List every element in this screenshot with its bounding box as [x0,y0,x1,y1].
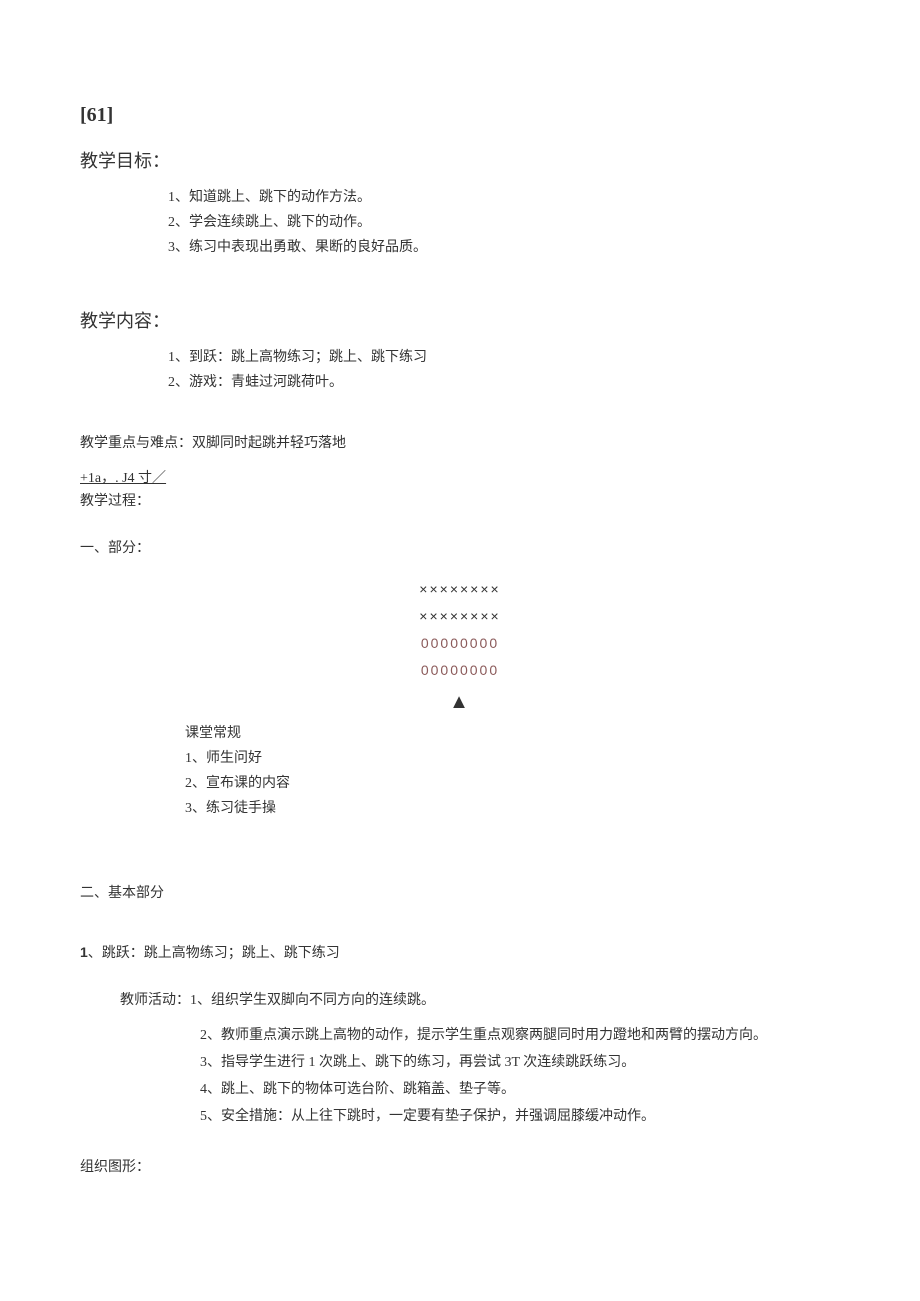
routine-title: 课堂常规 [185,723,840,744]
list-item: 2、学会连续跳上、跳下的动作。 [168,212,840,233]
content-title: 教学内容： [80,308,840,335]
sub-title-text: 、跳跃：跳上高物练习；跳上、跳下练习 [88,946,340,961]
routine-block: 课堂常规 1、师生问好 2、宣布课的内容 3、练习徒手操 [80,723,840,819]
process-label: 教学过程： [80,491,840,512]
org-label: 组织图形： [80,1157,840,1178]
list-item: 2、教师重点演示跳上高物的动作，提示学生重点观察两腿同时用力蹬地和两臂的摆动方向… [200,1025,840,1046]
goal-title: 教学目标： [80,148,840,175]
list-item: 2、宣布课的内容 [185,773,840,794]
list-item: 3、指导学生进行 1 次跳上、跳下的练习，再尝试 3T 次连续跳跃练习。 [200,1052,840,1073]
diagram-triangle: ▲ [80,687,840,717]
list-item: 4、跳上、跳下的物体可选台阶、跳箱盖、垫子等。 [200,1079,840,1100]
content-list: 1、到跃：跳上高物练习；跳上、跳下练习 2、游戏：青蛙过河跳荷叶。 [80,347,840,393]
diagram-row-o: 00000000 [80,633,840,654]
underlined-fragment: +1a，. J4 寸／ [80,471,166,486]
list-item: 3、练习徒手操 [185,798,840,819]
teacher-lead: 教师活动：1、组织学生双脚向不同方向的连续跳。 [80,990,840,1011]
list-item: 3、练习中表现出勇敢、果断的良好品质。 [168,237,840,258]
heading-number: [61] [80,100,840,130]
list-item: 2、游戏：青蛙过河跳荷叶。 [168,372,840,393]
keypoint-line: 教学重点与难点：双脚同时起跳并轻巧落地 [80,433,840,454]
fragment-line: +1a，. J4 寸／ [80,468,840,489]
part1-label: 一、部分： [80,538,840,559]
sub-number: 1 [80,944,88,960]
diagram-row-x: ×××××××× [80,579,840,600]
teacher-items: 2、教师重点演示跳上高物的动作，提示学生重点观察两腿同时用力蹬地和两臂的摆动方向… [80,1025,840,1127]
goal-list: 1、知道跳上、跳下的动作方法。 2、学会连续跳上、跳下的动作。 3、练习中表现出… [80,187,840,258]
list-item: 1、到跃：跳上高物练习；跳上、跳下练习 [168,347,840,368]
list-item: 1、知道跳上、跳下的动作方法。 [168,187,840,208]
list-item: 5、安全措施：从上往下跳时，一定要有垫子保护，并强调屈膝缓冲动作。 [200,1106,840,1127]
list-item: 1、师生问好 [185,748,840,769]
part2-subheading: 1、跳跃：跳上高物练习；跳上、跳下练习 [80,942,840,964]
part2-label: 二、基本部分 [80,883,840,904]
diagram-row-x: ×××××××× [80,606,840,627]
diagram-row-o: 00000000 [80,660,840,681]
